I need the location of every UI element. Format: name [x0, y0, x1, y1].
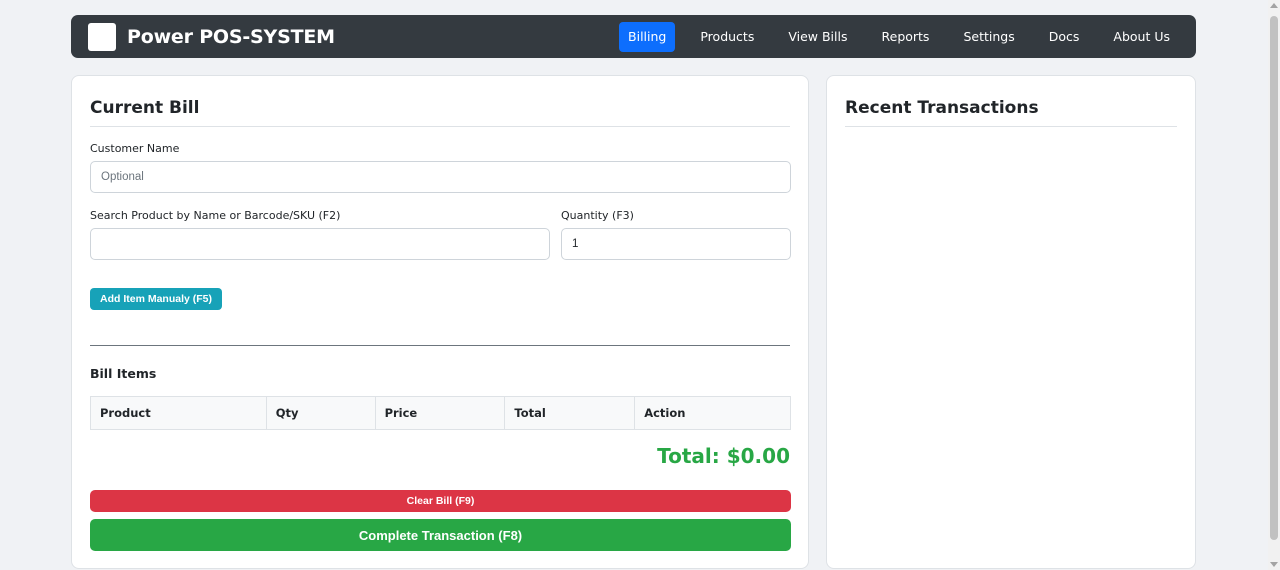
col-qty: Qty — [265, 396, 376, 430]
quantity-input[interactable] — [561, 228, 791, 260]
nav-reports[interactable]: Reports — [873, 22, 939, 52]
col-product: Product — [90, 396, 267, 430]
customer-name-label: Customer Name — [90, 142, 180, 155]
quantity-label: Quantity (F3) — [561, 209, 634, 222]
page-scrollbar[interactable] — [1268, 0, 1280, 570]
bill-items-table: Product Qty Price Total Action — [90, 396, 791, 430]
nav-view-bills[interactable]: View Bills — [779, 22, 856, 52]
clear-bill-button[interactable]: Clear Bill (F9) — [90, 490, 791, 512]
nav-settings[interactable]: Settings — [954, 22, 1023, 52]
add-item-button[interactable]: Add Item Manualy (F5) — [90, 288, 223, 310]
bill-total: Total: $0.00 — [657, 444, 790, 468]
col-action: Action — [634, 396, 791, 430]
nav-billing[interactable]: Billing — [619, 21, 676, 52]
recent-title-divider — [845, 126, 1177, 127]
recent-transactions-card: Recent Transactions — [826, 75, 1196, 569]
search-product-input[interactable] — [90, 228, 550, 260]
bill-items-title: Bill Items — [90, 366, 157, 381]
nav-docs[interactable]: Docs — [1040, 22, 1089, 52]
customer-name-input[interactable] — [90, 161, 791, 193]
scroll-up-icon[interactable] — [1270, 3, 1278, 8]
complete-transaction-button[interactable]: Complete Transaction (F8) — [90, 519, 791, 551]
col-total: Total — [504, 396, 636, 430]
table-header-row: Product Qty Price Total Action — [90, 396, 791, 430]
app-brand: Power POS-SYSTEM — [127, 25, 335, 48]
scroll-down-icon[interactable] — [1270, 562, 1278, 567]
app-logo — [88, 22, 116, 51]
recent-transactions-title: Recent Transactions — [845, 98, 1039, 118]
nav-products[interactable]: Products — [691, 22, 763, 52]
nav-about-us[interactable]: About Us — [1104, 22, 1179, 52]
scroll-thumb[interactable] — [1270, 16, 1278, 540]
nav-links: Billing Products View Bills Reports Sett… — [619, 21, 1179, 52]
top-navbar: Power POS-SYSTEM Billing Products View B… — [71, 15, 1196, 58]
section-divider — [90, 345, 790, 346]
current-bill-card: Current Bill Customer Name Search Produc… — [71, 75, 809, 569]
current-bill-title: Current Bill — [90, 98, 200, 118]
title-divider — [90, 126, 790, 127]
col-price: Price — [374, 396, 506, 430]
search-product-label: Search Product by Name or Barcode/SKU (F… — [90, 209, 341, 222]
